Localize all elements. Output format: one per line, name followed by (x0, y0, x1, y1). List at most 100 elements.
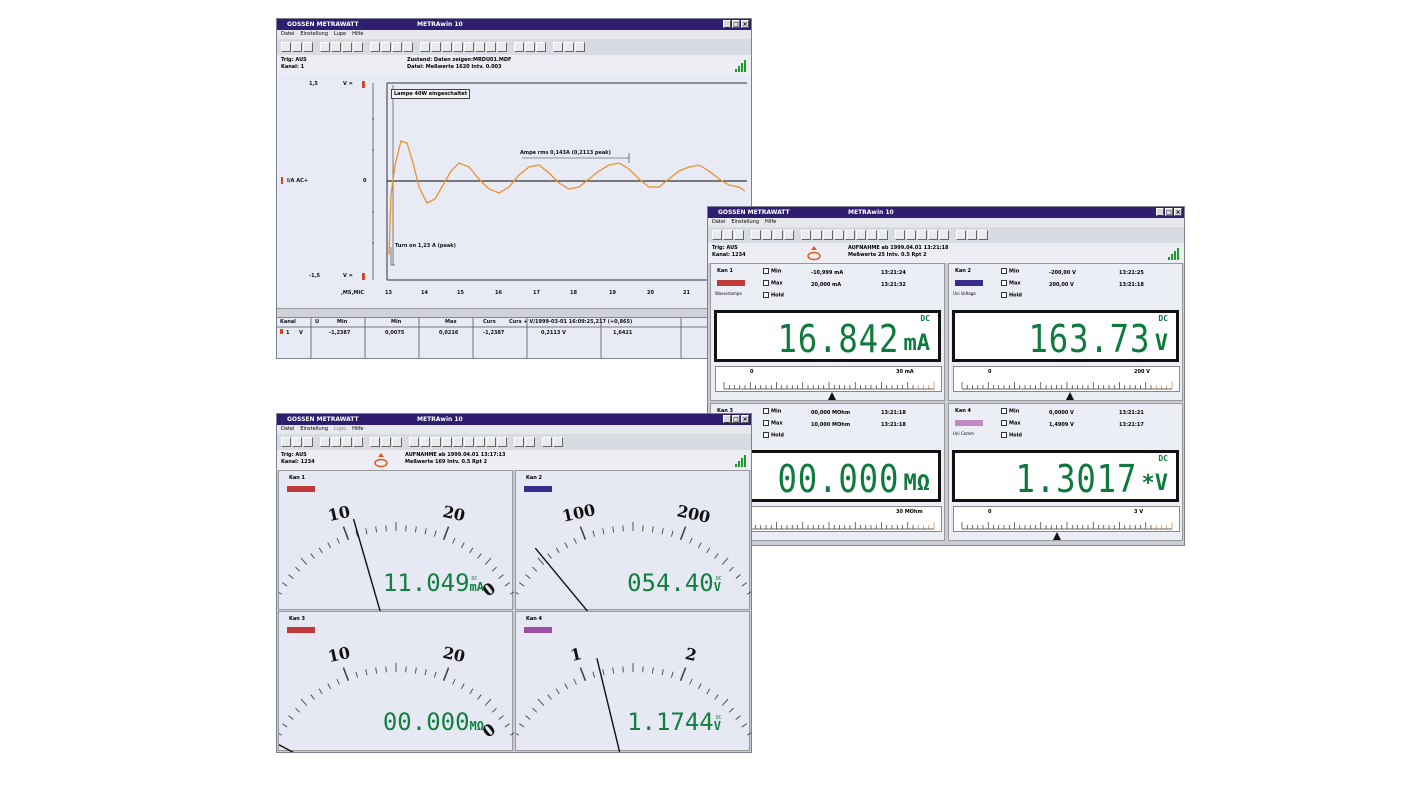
toolbar-button[interactable] (553, 437, 563, 447)
menu-datei[interactable]: Datei (281, 30, 294, 39)
toolbar-button[interactable] (320, 437, 330, 447)
toolbar-button[interactable] (906, 230, 916, 240)
toolbar-button[interactable] (442, 437, 452, 447)
hold-checkbox[interactable]: Hold (763, 292, 784, 299)
max-checkbox[interactable]: Max (1001, 280, 1021, 287)
maximize-button[interactable]: □ (1165, 208, 1173, 216)
toolbar-button[interactable] (575, 42, 585, 52)
toolbar-button[interactable] (292, 42, 302, 52)
toolbar-button[interactable] (939, 230, 949, 240)
toolbar-button[interactable] (381, 437, 391, 447)
toolbar-button[interactable] (431, 437, 441, 447)
toolbar-button[interactable] (392, 42, 402, 52)
toolbar-button[interactable] (734, 230, 744, 240)
maximize-button[interactable]: □ (732, 20, 740, 28)
maximize-button[interactable]: □ (732, 415, 740, 423)
menu-hilfe[interactable]: Hilfe (765, 218, 776, 227)
close-button[interactable]: × (741, 415, 749, 423)
toolbar-button[interactable] (514, 437, 524, 447)
toolbar-button[interactable] (514, 42, 524, 52)
toolbar-button[interactable] (453, 437, 463, 447)
toolbar-button[interactable] (834, 230, 844, 240)
toolbar-button[interactable] (856, 230, 866, 240)
menu-datei[interactable]: Datei (712, 218, 725, 227)
toolbar-button[interactable] (723, 230, 733, 240)
toolbar-button[interactable] (553, 42, 563, 52)
hold-checkbox[interactable]: Hold (1001, 432, 1022, 439)
toolbar-button[interactable] (431, 42, 441, 52)
toolbar-button[interactable] (420, 42, 430, 52)
toolbar-button[interactable] (381, 42, 391, 52)
minimize-button[interactable]: _ (1156, 208, 1164, 216)
toolbar-button[interactable] (917, 230, 927, 240)
menu-lupe[interactable]: Lupe (334, 30, 346, 39)
toolbar-button[interactable] (303, 42, 313, 52)
toolbar-button[interactable] (486, 42, 496, 52)
toolbar-button[interactable] (281, 42, 291, 52)
toolbar-button[interactable] (392, 437, 402, 447)
toolbar-button[interactable] (497, 42, 507, 52)
toolbar-button[interactable] (497, 437, 507, 447)
min-checkbox[interactable]: Min (763, 408, 781, 415)
toolbar-button[interactable] (525, 437, 535, 447)
toolbar-button[interactable] (801, 230, 811, 240)
toolbar-button[interactable] (281, 437, 291, 447)
menu-einstellung[interactable]: Einstellung (731, 218, 759, 227)
toolbar-button[interactable] (442, 42, 452, 52)
max-checkbox[interactable]: Max (763, 420, 783, 427)
toolbar-button[interactable] (420, 437, 430, 447)
toolbar-button[interactable] (370, 437, 380, 447)
toolbar-button[interactable] (895, 230, 905, 240)
toolbar-button[interactable] (956, 230, 966, 240)
toolbar-button[interactable] (536, 42, 546, 52)
toolbar-button[interactable] (331, 42, 341, 52)
toolbar-button[interactable] (928, 230, 938, 240)
toolbar-button[interactable] (712, 230, 722, 240)
menu-lupe[interactable]: Lupe (334, 425, 346, 434)
toolbar-button[interactable] (292, 437, 302, 447)
menu-datei[interactable]: Datei (281, 425, 294, 434)
toolbar-button[interactable] (486, 437, 496, 447)
toolbar-button[interactable] (303, 437, 313, 447)
toolbar-button[interactable] (464, 437, 474, 447)
toolbar-button[interactable] (773, 230, 783, 240)
max-checkbox[interactable]: Max (763, 280, 783, 287)
toolbar-button[interactable] (564, 42, 574, 52)
toolbar-button[interactable] (762, 230, 772, 240)
close-button[interactable]: × (1174, 208, 1182, 216)
toolbar-button[interactable] (342, 42, 352, 52)
toolbar-button[interactable] (845, 230, 855, 240)
toolbar-button[interactable] (453, 42, 463, 52)
min-checkbox[interactable]: Min (1001, 408, 1019, 415)
toolbar-button[interactable] (525, 42, 535, 52)
hold-checkbox[interactable]: Hold (763, 432, 784, 439)
toolbar-button[interactable] (812, 230, 822, 240)
minimize-button[interactable]: _ (723, 20, 731, 28)
menu-hilfe[interactable]: Hilfe (352, 425, 363, 434)
minimize-button[interactable]: _ (723, 415, 731, 423)
toolbar-button[interactable] (353, 437, 363, 447)
toolbar-button[interactable] (464, 42, 474, 52)
toolbar-button[interactable] (867, 230, 877, 240)
waveform-plot[interactable]: 1,5 V = -1,5 V = 0 I/A AC+ Lampe 40W ein… (277, 75, 751, 317)
menu-einstellung[interactable]: Einstellung (300, 30, 328, 39)
toolbar-button[interactable] (475, 42, 485, 52)
menu-einstellung[interactable]: Einstellung (300, 425, 328, 434)
toolbar-button[interactable] (784, 230, 794, 240)
toolbar-button[interactable] (342, 437, 352, 447)
toolbar-button[interactable] (331, 437, 341, 447)
toolbar-button[interactable] (409, 437, 419, 447)
menu-hilfe[interactable]: Hilfe (352, 30, 363, 39)
hold-checkbox[interactable]: Hold (1001, 292, 1022, 299)
max-checkbox[interactable]: Max (1001, 420, 1021, 427)
toolbar-button[interactable] (475, 437, 485, 447)
horizontal-scrollbar[interactable] (277, 308, 751, 317)
toolbar-button[interactable] (403, 42, 413, 52)
min-checkbox[interactable]: Min (763, 268, 781, 275)
toolbar-button[interactable] (542, 437, 552, 447)
close-button[interactable]: × (741, 20, 749, 28)
toolbar-button[interactable] (353, 42, 363, 52)
min-checkbox[interactable]: Min (1001, 268, 1019, 275)
toolbar-button[interactable] (751, 230, 761, 240)
toolbar-button[interactable] (370, 42, 380, 52)
